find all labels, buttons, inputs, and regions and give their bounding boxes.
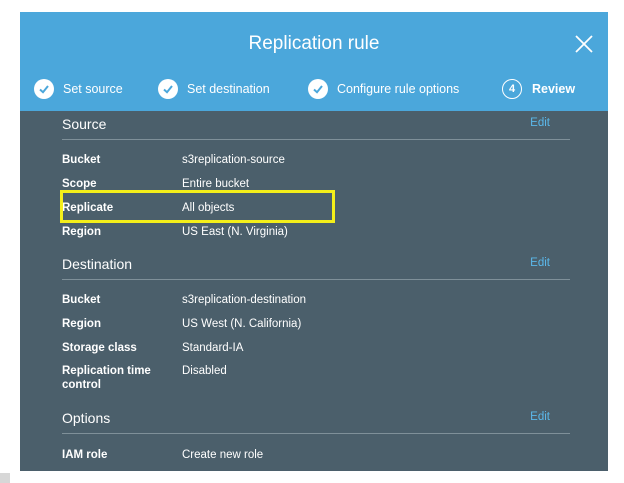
row-value: s3replication-destination <box>182 294 307 306</box>
close-button[interactable] <box>574 34 594 54</box>
step-label: Configure rule options <box>337 82 460 96</box>
row-value: Entire bucket <box>182 178 250 190</box>
step-configure-rule-options[interactable]: Configure rule options <box>308 76 459 102</box>
section-title: Options <box>62 410 111 426</box>
modal-header: Replication rule Set source Set destinat… <box>20 12 608 111</box>
row-key: Replication time control <box>62 365 151 391</box>
edit-options-link[interactable]: Edit <box>530 411 550 423</box>
section-title: Source <box>62 116 107 132</box>
row-value: Standard-IA <box>182 342 244 354</box>
section-options: Options Edit <box>62 407 570 434</box>
edit-source-link[interactable]: Edit <box>530 117 550 129</box>
section-source: Source Edit <box>62 113 570 140</box>
row-value: US West (N. California) <box>182 318 302 330</box>
row-key: Replicate <box>62 202 114 214</box>
row-value: s3replication-source <box>182 154 285 166</box>
row-key: Region <box>62 318 101 330</box>
row-key: Bucket <box>62 294 101 306</box>
modal-title: Replication rule <box>248 33 380 54</box>
row-key: IAM role <box>62 449 108 461</box>
row-key: Scope <box>62 178 97 190</box>
page-corner <box>0 473 10 483</box>
review-content: Source Edit Bucket s3replication-source … <box>20 111 608 471</box>
step-label: Review <box>532 82 576 96</box>
check-icon <box>158 79 178 99</box>
step-label: Set destination <box>187 82 270 96</box>
edit-destination-link[interactable]: Edit <box>530 257 550 269</box>
row-value: Create new role <box>182 449 264 461</box>
step-set-source[interactable]: Set source <box>34 76 123 102</box>
row-value: Disabled <box>182 365 227 377</box>
row-key: Region <box>62 226 101 238</box>
step-number: 4 <box>502 79 522 99</box>
wizard-steps: Set source Set destination Configure rul… <box>20 76 608 102</box>
section-destination: Destination Edit <box>62 253 570 280</box>
step-set-destination[interactable]: Set destination <box>158 76 270 102</box>
section-title: Destination <box>62 256 133 272</box>
check-icon <box>34 79 54 99</box>
row-value: US East (N. Virginia) <box>182 226 288 238</box>
row-key: Storage class <box>62 342 137 354</box>
step-label: Set source <box>63 82 123 96</box>
close-icon <box>575 35 593 53</box>
row-key: Bucket <box>62 154 101 166</box>
step-review[interactable]: 4 Review <box>502 76 575 102</box>
row-value: All objects <box>182 202 235 214</box>
replication-rule-modal: Replication rule Set source Set destinat… <box>20 12 608 471</box>
check-icon <box>308 79 328 99</box>
